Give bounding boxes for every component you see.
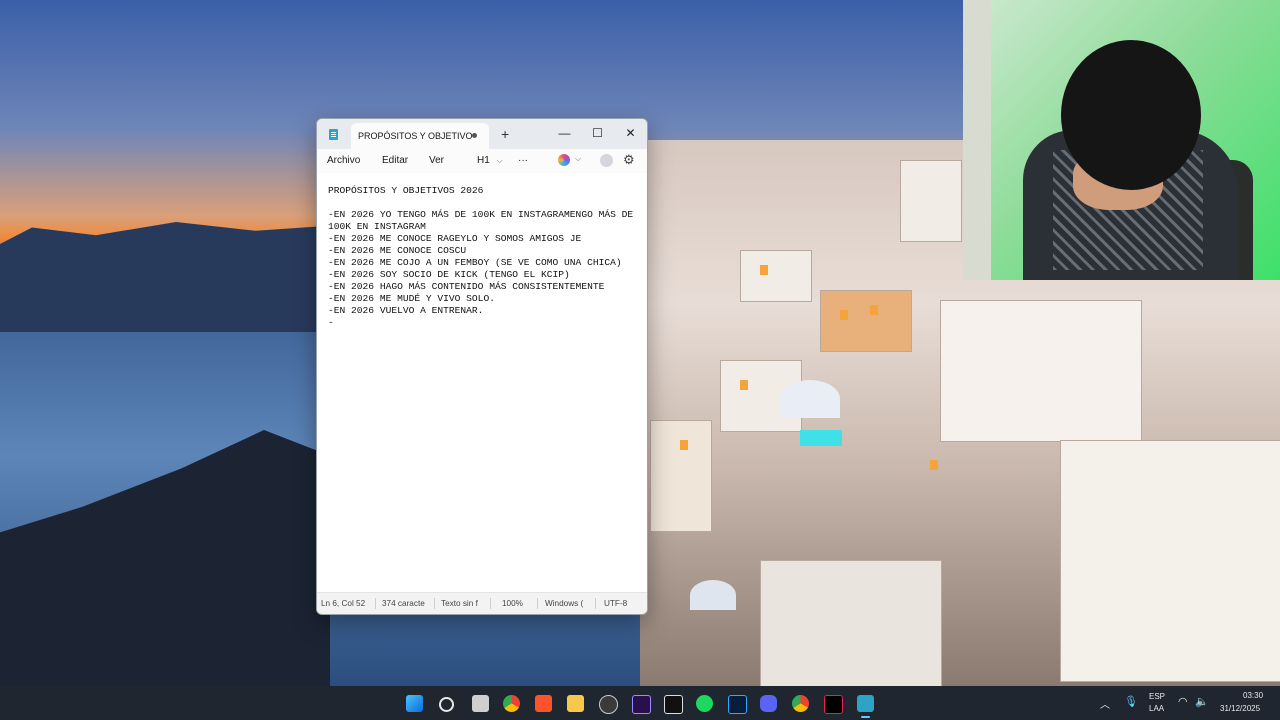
spotify-icon[interactable]: [696, 695, 713, 712]
premiere-icon[interactable]: [632, 695, 651, 714]
doc-line: PROPÓSITOS Y OBJETIVOS 2026: [328, 185, 484, 196]
menu-bar: Archivo Editar Ver H1 ⌵ ··· ⌵ ⚙: [317, 149, 647, 173]
text-editor[interactable]: PROPÓSITOS Y OBJETIVOS 2026 -EN 2026 YO …: [317, 173, 647, 593]
microphone-icon[interactable]: 🎙: [1124, 695, 1138, 708]
account-icon[interactable]: [600, 154, 613, 167]
notepad-icon[interactable]: [857, 695, 874, 718]
windows-start-icon[interactable]: [406, 695, 423, 712]
taskbar: ︿ 🎙 ESP LAA ◠ 🔈 03:30 31/12/2025: [0, 686, 1280, 720]
status-bar: Ln 6, Col 52 374 caracte Texto sin f 100…: [317, 592, 647, 614]
notepad-window[interactable]: PROPÓSITOS Y OBJETIVO + — ☐ ✕ Archivo Ed…: [316, 118, 648, 615]
doc-line: -EN 2026 ME MUDÉ Y VIVO SOLO.: [328, 293, 495, 304]
unsaved-dot-icon: [472, 133, 477, 138]
doc-line: -EN 2026 ME CONOCE RAGEYLO Y SOMOS AMIGO…: [328, 233, 582, 244]
clock-time[interactable]: 03:30: [1243, 691, 1263, 700]
chrome-icon[interactable]: [503, 695, 520, 712]
doc-line-current: -EN 2026 ME COJO A UN FEMBOY (SE VE COMO…: [328, 257, 622, 268]
document-tab[interactable]: PROPÓSITOS Y OBJETIVO: [351, 123, 489, 149]
notepad-app-icon: [329, 129, 338, 140]
more-options-button[interactable]: ···: [518, 155, 528, 166]
wifi-icon[interactable]: ◠: [1178, 695, 1188, 708]
copilot-chevron-icon[interactable]: ⌵: [575, 154, 581, 164]
new-tab-button[interactable]: +: [501, 126, 509, 142]
discord-icon[interactable]: [760, 695, 777, 712]
line-ending[interactable]: Windows (: [545, 599, 590, 608]
minimize-button[interactable]: —: [548, 123, 581, 143]
show-hidden-icons-chevron-icon[interactable]: ︿: [1100, 696, 1110, 711]
character-count: 374 caracte: [382, 599, 425, 608]
keyboard-layout[interactable]: LAA: [1149, 704, 1164, 713]
heading-dropdown[interactable]: H1 ⌵: [477, 155, 503, 166]
volume-icon[interactable]: 🔈: [1195, 695, 1209, 708]
text-format[interactable]: Texto sin f: [441, 599, 486, 608]
tiktok-icon[interactable]: [824, 695, 843, 714]
close-button[interactable]: ✕: [614, 123, 647, 143]
capcut-icon[interactable]: [664, 695, 683, 714]
doc-line: -EN 2026 HAGO MÁS CONTENIDO MÁS CONSISTE…: [328, 281, 605, 292]
task-view-icon[interactable]: [472, 695, 489, 712]
menu-archivo[interactable]: Archivo: [327, 155, 360, 166]
doc-line: -EN 2026 YO TENGO MÁS DE 100K EN INSTAGR…: [328, 209, 634, 220]
tab-title: PROPÓSITOS Y OBJETIVO: [358, 131, 473, 141]
cursor-position: Ln 6, Col 52: [321, 599, 366, 608]
clock-date[interactable]: 31/12/2025: [1220, 704, 1260, 713]
zoom-level[interactable]: 100%: [502, 599, 523, 608]
chevron-down-icon: ⌵: [496, 156, 503, 165]
maximize-button[interactable]: ☐: [581, 123, 614, 143]
encoding[interactable]: UTF-8: [604, 599, 627, 608]
language-code[interactable]: ESP: [1149, 692, 1165, 701]
settings-gear-icon[interactable]: ⚙: [623, 152, 635, 168]
search-icon[interactable]: [439, 697, 454, 712]
menu-editar[interactable]: Editar: [382, 155, 408, 166]
photoshop-icon[interactable]: [728, 695, 747, 714]
doc-line: -EN 2026 VUELVO A ENTRENAR.: [328, 305, 484, 316]
title-bar[interactable]: PROPÓSITOS Y OBJETIVO + — ☐ ✕: [317, 119, 647, 149]
doc-line: -EN 2026 SOY SOCIO DE KICK (TENGO EL KCI…: [328, 269, 570, 280]
doc-line: -: [328, 317, 334, 328]
copilot-icon[interactable]: [558, 154, 570, 166]
webcam-overlay: [963, 0, 1280, 280]
brave-icon[interactable]: [535, 695, 552, 712]
heading-label: H1: [477, 155, 490, 166]
doc-line: 100K EN INSTAGRAM: [328, 221, 426, 232]
chrome-icon-2[interactable]: [792, 695, 809, 712]
file-explorer-icon[interactable]: [567, 695, 584, 712]
wallpaper-far-cliff: [0, 222, 320, 332]
menu-ver[interactable]: Ver: [429, 155, 444, 166]
doc-line: -EN 2026 ME CONOCE COSCU: [328, 245, 467, 256]
obs-icon[interactable]: [599, 695, 618, 714]
